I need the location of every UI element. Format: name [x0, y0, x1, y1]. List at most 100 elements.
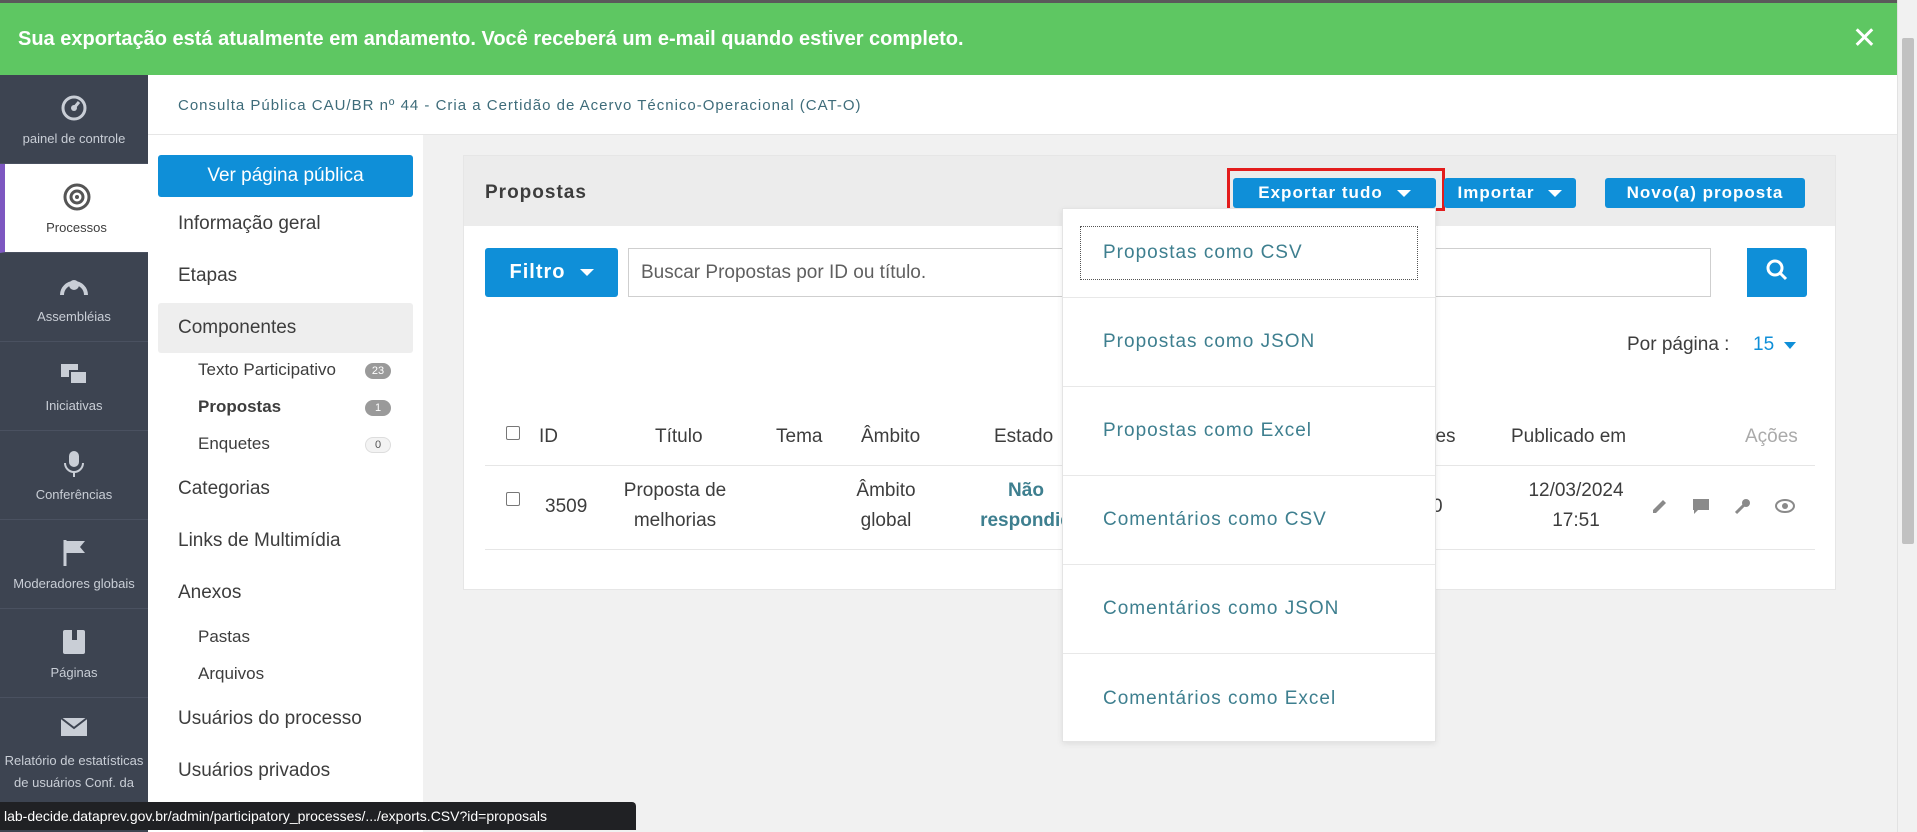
per-page-value: 15	[1753, 334, 1775, 355]
count-badge: 23	[365, 363, 391, 379]
menu-item-label: Propostas como Excel	[1103, 420, 1313, 441]
filter-label: Filtro	[509, 261, 566, 283]
column-header-scope[interactable]: Âmbito	[861, 426, 920, 448]
search-button[interactable]	[1747, 248, 1807, 297]
nav-label: Processos	[46, 219, 107, 235]
chevron-down-icon	[579, 269, 594, 276]
sidebar-item-categories[interactable]: Categorias	[178, 478, 270, 500]
new-proposal-button[interactable]: Novo(a) proposta	[1605, 178, 1805, 208]
sidebar-subitem-files[interactable]: Arquivos	[198, 664, 264, 684]
sidebar-item-private-users[interactable]: Usuários privados	[178, 760, 330, 782]
nav-item-pages[interactable]: Páginas	[0, 609, 148, 698]
menu-item-label: Comentários como JSON	[1103, 598, 1340, 619]
filter-button[interactable]: Filtro	[485, 248, 618, 297]
per-page-label: Por página :	[1627, 334, 1730, 355]
dashboard-icon	[59, 93, 89, 123]
cell-state-line: Não	[1008, 480, 1044, 501]
menu-item-comments-json[interactable]: Comentários como JSON	[1063, 565, 1435, 654]
cell-scope-line: global	[860, 510, 912, 531]
page-scrollbar[interactable]	[1897, 0, 1917, 832]
column-header-theme[interactable]: Tema	[776, 426, 822, 448]
column-header-published[interactable]: Publicado em	[1511, 426, 1626, 448]
nav-item-initiatives[interactable]: Iniciativas	[0, 342, 148, 431]
cell-published-time: 17:51	[1552, 510, 1600, 531]
per-page-select[interactable]: 15	[1753, 334, 1797, 356]
select-all-checkbox[interactable]	[506, 426, 520, 440]
nav-label: Conferências	[35, 486, 113, 502]
sidebar-item-attachments[interactable]: Anexos	[178, 582, 241, 604]
nav-label: painel de controle	[22, 130, 126, 146]
close-icon[interactable]: ✕	[1852, 21, 1877, 56]
nav-label: Páginas	[50, 664, 98, 680]
breadcrumb[interactable]: Consulta Pública CAU/BR nº 44 - Cria a C…	[178, 97, 862, 114]
focus-outline	[1080, 226, 1418, 280]
sidebar-subitem-participatory-text[interactable]: Texto Participativo	[198, 360, 336, 380]
sidebar-item-components[interactable]: Componentes	[178, 317, 296, 339]
link-status-bar: lab-decide.dataprev.gov.br/admin/partici…	[0, 802, 636, 830]
process-sidebar: Ver página pública Informação geral Etap…	[148, 135, 423, 832]
comment-icon[interactable]	[1689, 494, 1713, 518]
import-button[interactable]: Importar	[1444, 178, 1576, 208]
assembly-icon	[59, 271, 89, 301]
cell-title[interactable]: Proposta de melhorias	[619, 476, 731, 536]
cell-title-line: melhorias	[633, 510, 717, 531]
book-icon	[59, 627, 89, 657]
sidebar-item-general-info[interactable]: Informação geral	[178, 213, 321, 235]
sidebar-item-steps[interactable]: Etapas	[178, 265, 237, 287]
nav-item-processes[interactable]: Processos	[0, 164, 148, 253]
nav-item-conferences[interactable]: Conferências	[0, 431, 148, 520]
chevron-down-icon	[1548, 189, 1563, 197]
process-header: Consulta Pública CAU/BR nº 44 - Cria a C…	[148, 75, 1897, 135]
menu-item-proposals-json[interactable]: Propostas como JSON	[1063, 298, 1435, 387]
sidebar-item-media-links[interactable]: Links de Multimídia	[178, 530, 341, 552]
scrollbar-thumb[interactable]	[1902, 38, 1914, 544]
nav-label: Assembléias	[37, 308, 111, 324]
view-public-page-button[interactable]: Ver página pública	[158, 155, 413, 197]
cell-published-date: 12/03/2024	[1528, 480, 1624, 501]
nav-label: Moderadores globais	[13, 575, 135, 591]
sidebar-subitem-folders[interactable]: Pastas	[198, 627, 250, 647]
menu-item-proposals-excel[interactable]: Propostas como Excel	[1063, 387, 1435, 476]
sidebar-subitem-proposals[interactable]: Propostas	[198, 397, 281, 417]
cell-id: 3509	[545, 496, 588, 517]
menu-item-label: Comentários como CSV	[1103, 509, 1327, 530]
sidebar-subitem-surveys[interactable]: Enquetes	[198, 434, 270, 454]
microphone-icon	[59, 449, 89, 479]
cell-state-line: respondid	[980, 510, 1072, 531]
menu-item-label: Comentários como Excel	[1103, 687, 1337, 709]
menu-item-comments-csv[interactable]: Comentários como CSV	[1063, 476, 1435, 565]
row-checkbox[interactable]	[506, 492, 520, 506]
nav-label: Relatório de estatísticas de usuários Co…	[4, 752, 144, 790]
column-header-id[interactable]: ID	[539, 426, 558, 448]
column-header-actions: Ações	[1745, 426, 1798, 447]
chat-icon	[59, 360, 89, 390]
nav-item-statistics[interactable]: Relatório de estatísticas de usuários Co…	[0, 698, 148, 808]
target-icon	[62, 182, 92, 212]
nav-item-assemblies[interactable]: Assembléias	[0, 253, 148, 342]
column-header-state[interactable]: Estado	[994, 426, 1053, 448]
count-badge: 1	[365, 400, 391, 416]
sidebar-item-process-users[interactable]: Usuários do processo	[178, 708, 362, 730]
menu-item-label: Propostas como JSON	[1103, 331, 1316, 352]
cell-scope-line: Âmbito	[856, 480, 916, 501]
nav-label: Iniciativas	[45, 397, 103, 413]
edit-icon[interactable]	[1648, 494, 1672, 518]
toast-message: Sua exportação está atualmente em andame…	[18, 27, 964, 50]
import-label: Importar	[1457, 183, 1535, 202]
count-badge: 0	[365, 437, 391, 453]
eye-icon[interactable]	[1773, 494, 1797, 518]
card-title: Propostas	[485, 182, 587, 203]
export-toast: Sua exportação está atualmente em andame…	[0, 3, 1897, 75]
nav-item-dashboard[interactable]: painel de controle	[0, 75, 148, 164]
column-header-title[interactable]: Título	[655, 426, 703, 448]
main-sidebar: painel de controle Processos Assembléias…	[0, 75, 148, 832]
chevron-down-icon	[1784, 341, 1797, 349]
mail-icon	[59, 712, 89, 742]
highlight-box	[1227, 168, 1445, 211]
flag-icon	[59, 538, 89, 568]
key-icon[interactable]	[1731, 494, 1755, 518]
menu-item-comments-excel[interactable]: Comentários como Excel	[1063, 654, 1435, 743]
cell-state: Não respondid	[976, 476, 1076, 536]
nav-item-moderators[interactable]: Moderadores globais	[0, 520, 148, 609]
menu-item-proposals-csv[interactable]: Propostas como CSV	[1063, 209, 1435, 298]
